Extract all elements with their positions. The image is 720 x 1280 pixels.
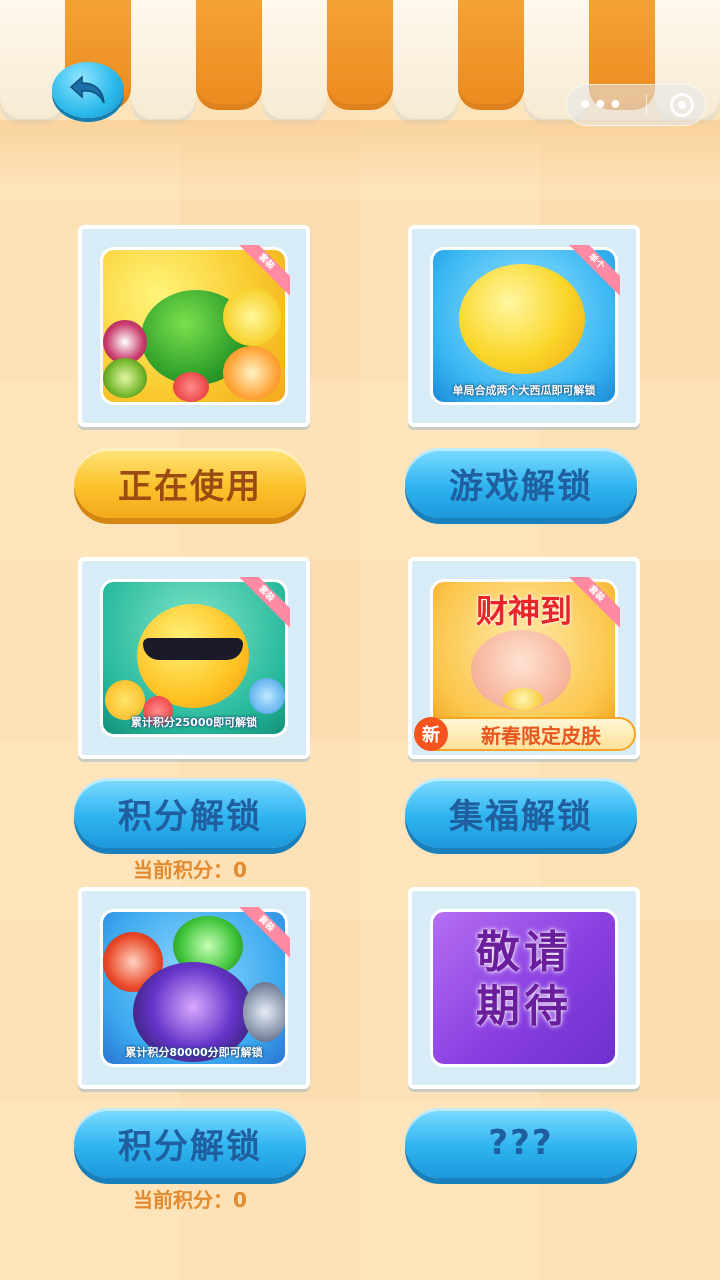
coming-soon-text: 敬请期待: [476, 927, 572, 1032]
skin-type-tag: 套装: [568, 577, 620, 629]
skin-type-tag: 套装: [238, 245, 290, 297]
back-button[interactable]: [52, 62, 124, 118]
skin-card-golden-melon[interactable]: 单局合成两个大西瓜即可解锁 单个: [408, 225, 640, 427]
new-badge: 新: [414, 717, 448, 751]
limited-skin-label: 新春限定皮肤: [481, 723, 601, 748]
unlock-condition-text: 累计积分80000分即可解锁: [125, 1046, 263, 1059]
locked-mystery-button[interactable]: ???: [405, 1108, 637, 1178]
blessing-unlock-button[interactable]: 集福解锁: [405, 778, 637, 848]
current-points-text: 当前积分：0: [133, 1188, 247, 1212]
skin-type-tag: 单个: [568, 245, 620, 297]
skin-card-coming-soon[interactable]: 敬请期待: [408, 887, 640, 1089]
back-arrow-icon: [69, 75, 105, 104]
points-unlock-button[interactable]: 积分解锁: [74, 1108, 306, 1178]
current-points-text: 当前积分：0: [133, 858, 247, 882]
unlock-condition-text: 累计积分25000即可解锁: [130, 716, 258, 729]
mini-program-capsule: •••: [566, 84, 706, 126]
points-unlock-button[interactable]: 积分解锁: [74, 778, 306, 848]
in-use-button[interactable]: 正在使用: [74, 448, 306, 518]
awning-shadow: [0, 120, 720, 190]
skin-type-tag: 套装: [238, 577, 290, 629]
game-unlock-button[interactable]: 游戏解锁: [405, 448, 637, 518]
skin-preview-coming-soon: 敬请期待: [430, 909, 618, 1067]
unlock-condition-text: 单局合成两个大西瓜即可解锁: [452, 384, 596, 397]
skin-card-spring-festival[interactable]: 财神到 新 新春限定皮肤 套装: [408, 557, 640, 759]
capsule-divider: [646, 94, 648, 116]
target-close-icon[interactable]: [669, 93, 694, 117]
more-options-button[interactable]: •••: [578, 93, 623, 118]
skin-card-emoji-set[interactable]: 累计积分25000即可解锁 套装: [78, 557, 310, 759]
skin-card-dog-set[interactable]: 累计积分80000分即可解锁 套装: [78, 887, 310, 1089]
skin-card-fruit-set[interactable]: 套装: [78, 225, 310, 427]
skin-type-tag: 套装: [238, 907, 290, 959]
spring-limited-banner: 新 新春限定皮肤: [414, 717, 636, 751]
